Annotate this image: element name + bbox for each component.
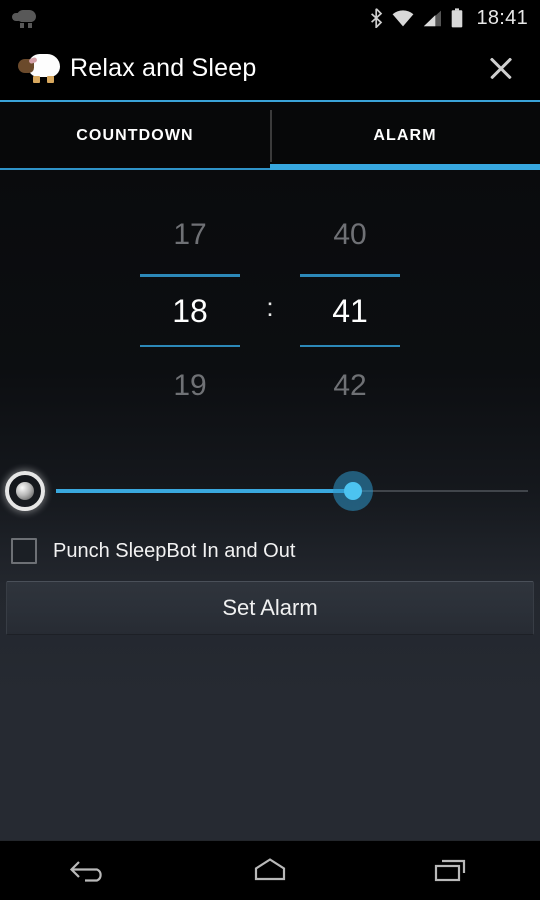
- volume-slider[interactable]: [56, 471, 528, 511]
- hour-previous-value[interactable]: 17: [173, 196, 206, 274]
- punch-sleepbot-row[interactable]: Punch SleepBot In and Out: [0, 530, 540, 572]
- home-icon: [254, 858, 286, 881]
- bluetooth-icon: [371, 8, 383, 28]
- battery-icon: [452, 8, 463, 28]
- cellular-signal-icon: [424, 10, 442, 26]
- sheep-icon: [12, 8, 38, 28]
- hour-picker[interactable]: 17 18 19: [130, 196, 250, 425]
- back-icon: [69, 861, 102, 882]
- nav-recents-button[interactable]: [360, 853, 540, 887]
- minute-next-value[interactable]: 42: [333, 347, 366, 425]
- app-screen: 18:41 Relax and Sleep COUNTDOWN ALARM 17: [0, 0, 540, 900]
- minute-picker[interactable]: 40 41 42: [290, 196, 410, 425]
- nav-home-button[interactable]: [180, 853, 360, 887]
- time-separator: :: [266, 292, 274, 322]
- set-alarm-button[interactable]: Set Alarm: [6, 581, 534, 635]
- status-bar-icons: 18:41: [370, 7, 528, 30]
- time-picker: 17 18 19 : 40 41 42: [0, 196, 540, 436]
- status-bar-notifications: [12, 8, 370, 28]
- minute-selected-value[interactable]: 41: [332, 277, 368, 345]
- status-bar-clock: 18:41: [476, 6, 528, 29]
- punch-sleepbot-checkbox[interactable]: [11, 538, 37, 564]
- close-icon[interactable]: [478, 45, 524, 91]
- tab-countdown-label: COUNTDOWN: [76, 127, 194, 144]
- page-title: Relax and Sleep: [70, 53, 257, 82]
- set-alarm-label: Set Alarm: [222, 595, 318, 620]
- wifi-icon: [393, 9, 414, 26]
- tab-bar: COUNTDOWN ALARM: [0, 102, 540, 170]
- system-navigation-bar: [0, 840, 540, 900]
- nav-back-button[interactable]: [0, 853, 180, 887]
- tab-divider: [270, 110, 272, 162]
- minute-previous-value[interactable]: 40: [333, 196, 366, 274]
- tab-countdown[interactable]: COUNTDOWN: [0, 102, 270, 170]
- status-bar: 18:41: [0, 0, 540, 36]
- punch-sleepbot-label: Punch SleepBot In and Out: [53, 539, 296, 562]
- volume-slider-row: [0, 466, 540, 516]
- sheep-logo-icon: [16, 50, 64, 86]
- app-bar: Relax and Sleep: [0, 36, 540, 100]
- volume-icon[interactable]: [2, 468, 48, 514]
- recents-icon: [434, 859, 466, 882]
- volume-slider-fill: [56, 489, 354, 493]
- tab-alarm[interactable]: ALARM: [270, 102, 540, 170]
- hour-next-value[interactable]: 19: [173, 347, 206, 425]
- hour-selected-value[interactable]: 18: [172, 277, 208, 345]
- tab-alarm-label: ALARM: [373, 127, 437, 144]
